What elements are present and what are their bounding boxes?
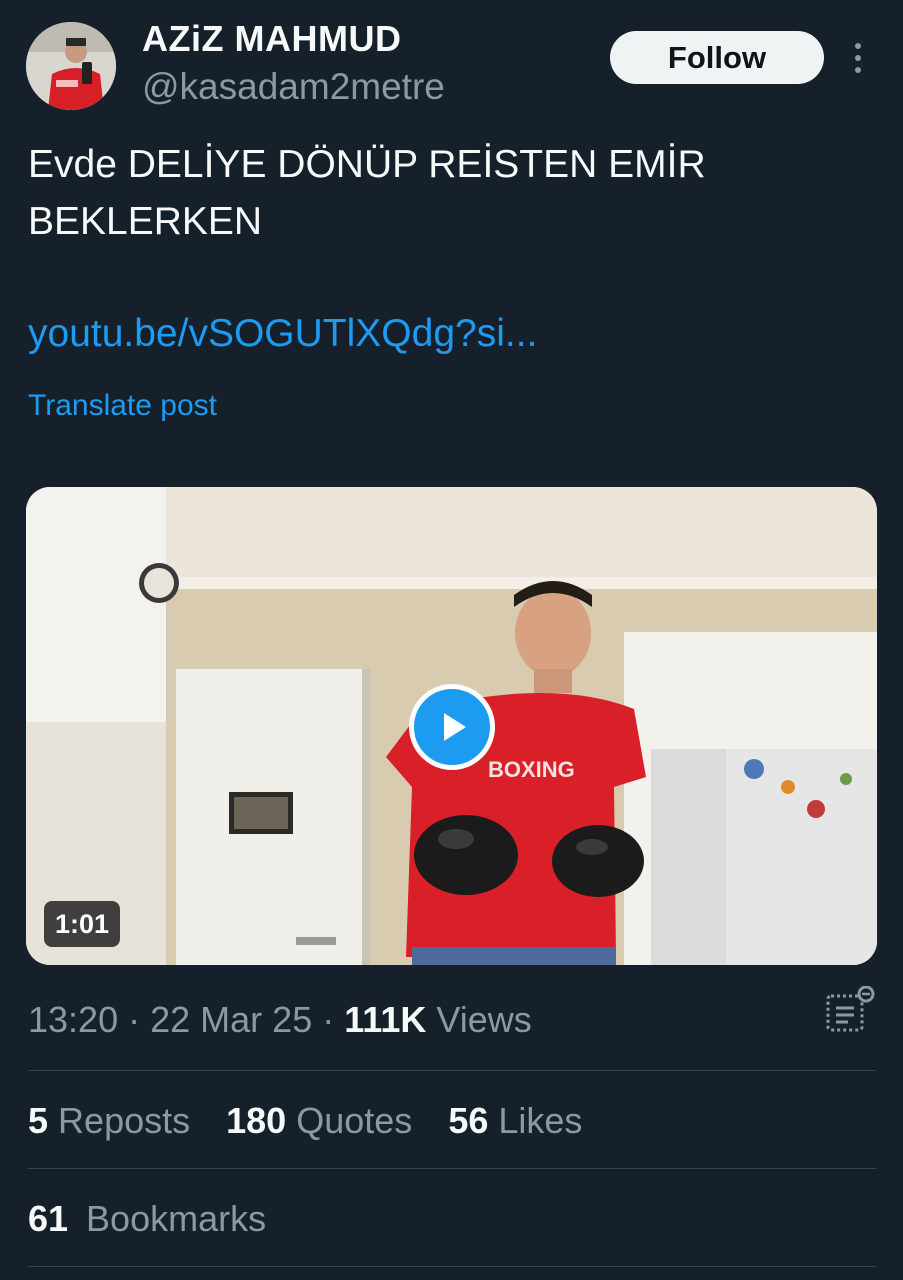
play-button[interactable] <box>409 684 495 770</box>
play-icon <box>444 713 466 741</box>
likes-stat[interactable]: 56 Likes <box>448 1100 582 1141</box>
shirt-text: BOXING <box>488 757 575 782</box>
post-analytics-icon[interactable] <box>822 985 878 1036</box>
likes-label: Likes <box>498 1100 583 1141</box>
translate-post-link[interactable]: Translate post <box>28 389 217 423</box>
meta-separator: · <box>322 999 335 1040</box>
author-handle[interactable]: @kasadam2metre <box>142 66 445 108</box>
quotes-stat[interactable]: 180 Quotes <box>226 1100 412 1141</box>
video-duration-badge: 1:01 <box>44 901 121 947</box>
post-text: Evde DELİYE DÖNÜP REİSTEN EMİR BEKLERKEN <box>28 143 706 243</box>
follow-button[interactable]: Follow <box>610 31 824 84</box>
avatar-photo <box>26 22 116 110</box>
reposts-count: 5 <box>28 1100 49 1141</box>
divider <box>28 1070 876 1071</box>
tweet-detail: AZiZ MAHMUD @kasadam2metre Follow Evde D… <box>0 0 903 1280</box>
post-time[interactable]: 13:20 <box>28 999 118 1040</box>
meta-separator: · <box>128 999 141 1040</box>
engagement-stats: 5 Reposts 180 Quotes 56 Likes <box>28 1100 608 1142</box>
author-avatar[interactable] <box>26 22 116 110</box>
post-meta: 13:20 · 22 Mar 25 · 111K Views <box>28 999 532 1041</box>
bookmarks-label: Bookmarks <box>86 1198 267 1239</box>
post-link[interactable]: youtu.be/vSOGUTlXQdg?si... <box>28 312 537 356</box>
divider <box>28 1266 876 1267</box>
quotes-count: 180 <box>226 1100 287 1141</box>
quotes-label: Quotes <box>296 1100 413 1141</box>
bookmarks-count: 61 <box>28 1198 69 1239</box>
views-count: 111K <box>344 999 427 1040</box>
views-label: Views <box>436 999 532 1040</box>
divider <box>28 1168 876 1169</box>
author-display-name[interactable]: AZiZ MAHMUD <box>142 18 401 60</box>
video-player[interactable]: BOXING 1:01 <box>26 487 877 965</box>
post-date[interactable]: 22 Mar 25 <box>150 999 312 1040</box>
more-options-icon[interactable] <box>846 40 870 76</box>
bookmarks-stat: 61 Bookmarks <box>28 1198 266 1240</box>
reposts-label: Reposts <box>58 1100 191 1141</box>
likes-count: 56 <box>448 1100 489 1141</box>
reposts-stat[interactable]: 5 Reposts <box>28 1100 190 1141</box>
